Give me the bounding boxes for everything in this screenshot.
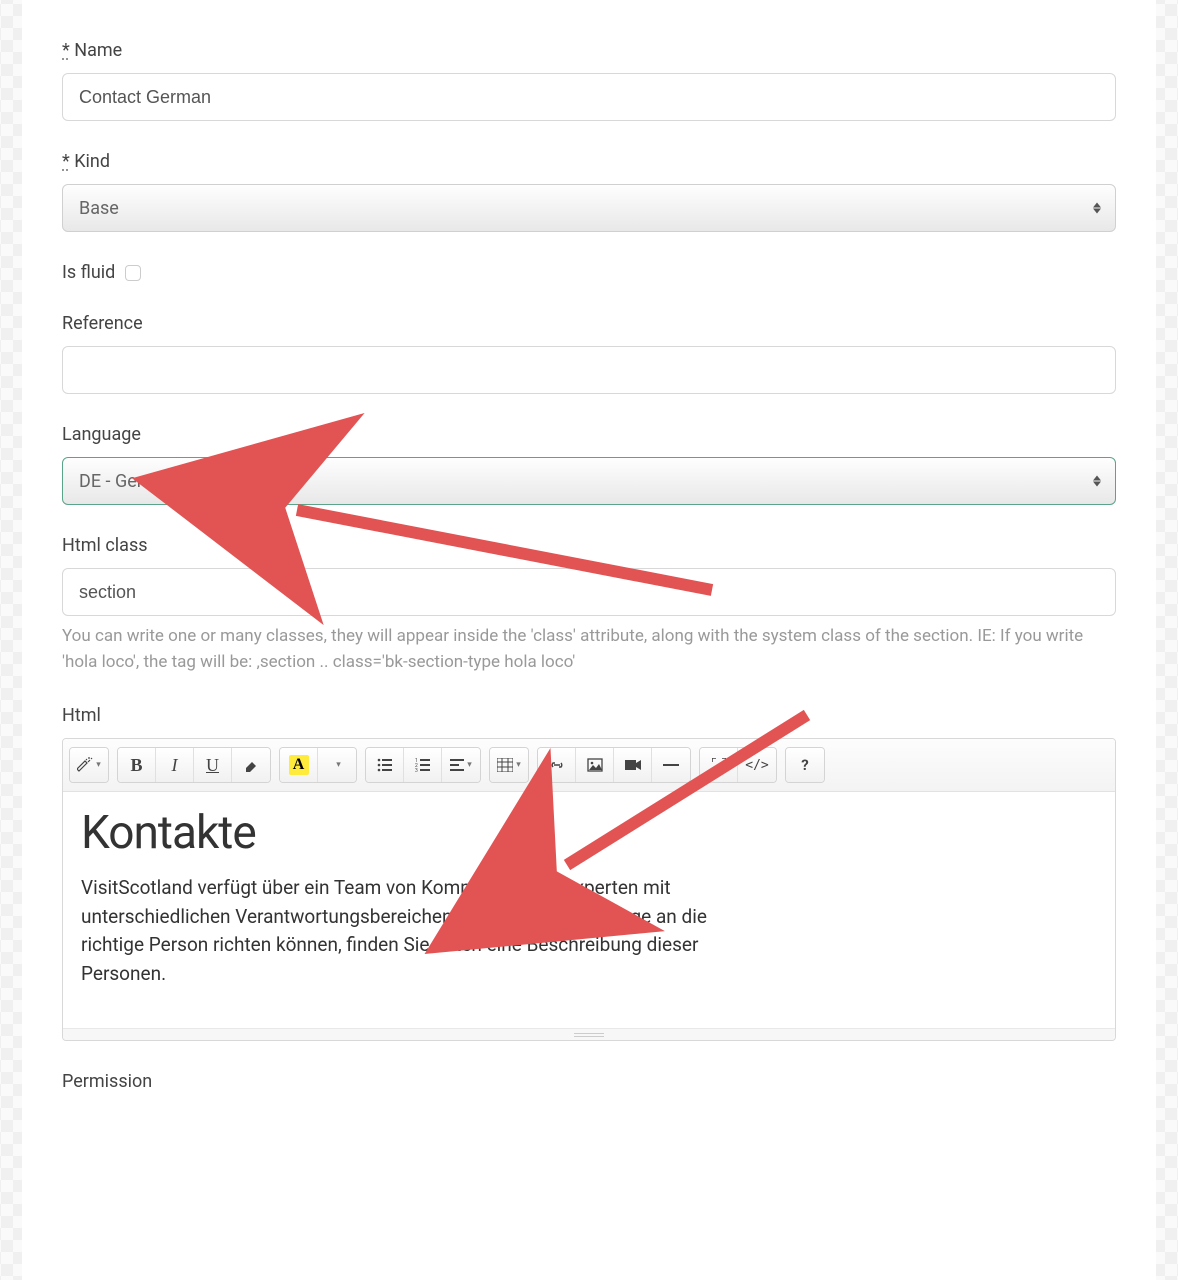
magic-wand-icon [77, 757, 93, 773]
ul-icon [377, 758, 393, 772]
html-class-input[interactable] [62, 568, 1116, 616]
name-input[interactable] [62, 73, 1116, 121]
reference-label: Reference [62, 313, 1116, 334]
font-color-icon: A [289, 755, 309, 775]
editor-paragraph: VisitScotland verfügt über ein Team von … [81, 874, 721, 988]
editor-resize-handle[interactable] [63, 1028, 1115, 1040]
kind-select[interactable]: Base [62, 184, 1116, 232]
italic-button[interactable]: I [156, 748, 194, 782]
kind-label-text: Kind [74, 151, 110, 172]
table-button[interactable]: ▾ [490, 748, 528, 782]
required-star: * [62, 151, 70, 172]
magic-button[interactable]: ▾ [70, 748, 108, 782]
language-label: Language [62, 424, 1116, 445]
field-html-class: Html class You can write one or many cla… [62, 535, 1116, 675]
html-class-label: Html class [62, 535, 1116, 556]
image-button[interactable] [576, 748, 614, 782]
hr-icon [663, 763, 679, 767]
field-reference: Reference [62, 313, 1116, 394]
ordered-list-button[interactable]: 123 [404, 748, 442, 782]
align-button[interactable]: ▾ [442, 748, 480, 782]
fullscreen-icon [712, 758, 726, 772]
bold-button[interactable]: B [118, 748, 156, 782]
font-color-dropdown[interactable]: ▾ [318, 748, 356, 782]
permission-label: Permission [62, 1071, 1116, 1092]
language-value: DE - German [79, 471, 178, 492]
required-star: * [62, 40, 70, 61]
select-caret-icon [1091, 476, 1103, 487]
video-button[interactable] [614, 748, 652, 782]
kind-label: * Kind [62, 151, 1116, 172]
reference-input[interactable] [62, 346, 1116, 394]
html-class-help: You can write one or many classes, they … [62, 624, 1116, 675]
editor-content[interactable]: Kontakte VisitScotland verfügt über ein … [63, 792, 1115, 1028]
eraser-icon [243, 758, 259, 772]
kind-value: Base [79, 198, 119, 219]
field-language: Language DE - German [62, 424, 1116, 505]
field-is-fluid: Is fluid [62, 262, 1116, 283]
fullscreen-button[interactable] [700, 748, 738, 782]
field-name: * Name [62, 40, 1116, 121]
rich-text-editor: ▾ B I U A ▾ [62, 738, 1116, 1041]
select-caret-icon [1091, 203, 1103, 214]
unordered-list-button[interactable] [366, 748, 404, 782]
language-select[interactable]: DE - German [62, 457, 1116, 505]
is-fluid-label: Is fluid [62, 262, 115, 283]
name-label: * Name [62, 40, 1116, 61]
video-icon [625, 759, 641, 771]
help-button[interactable]: ? [786, 748, 824, 782]
align-icon [450, 759, 464, 771]
svg-text:3: 3 [415, 768, 418, 772]
field-kind: * Kind Base [62, 151, 1116, 232]
hr-button[interactable] [652, 748, 690, 782]
eraser-button[interactable] [232, 748, 270, 782]
field-permission: Permission [62, 1071, 1116, 1092]
form-panel: * Name * Kind Base Is fluid Reference La… [22, 0, 1156, 1280]
editor-heading: Kontakte [81, 806, 1097, 860]
html-label: Html [62, 705, 1116, 726]
ol-icon: 123 [415, 758, 431, 772]
code-view-button[interactable]: </> [738, 748, 776, 782]
field-html: Html ▾ B I U [62, 705, 1116, 1041]
image-icon [587, 758, 603, 772]
underline-button[interactable]: U [194, 748, 232, 782]
name-label-text: Name [74, 40, 122, 61]
link-icon [549, 758, 565, 772]
editor-toolbar: ▾ B I U A ▾ [63, 739, 1115, 792]
link-button[interactable] [538, 748, 576, 782]
font-color-button[interactable]: A [280, 748, 318, 782]
is-fluid-checkbox[interactable] [125, 265, 141, 281]
table-icon [497, 758, 513, 772]
